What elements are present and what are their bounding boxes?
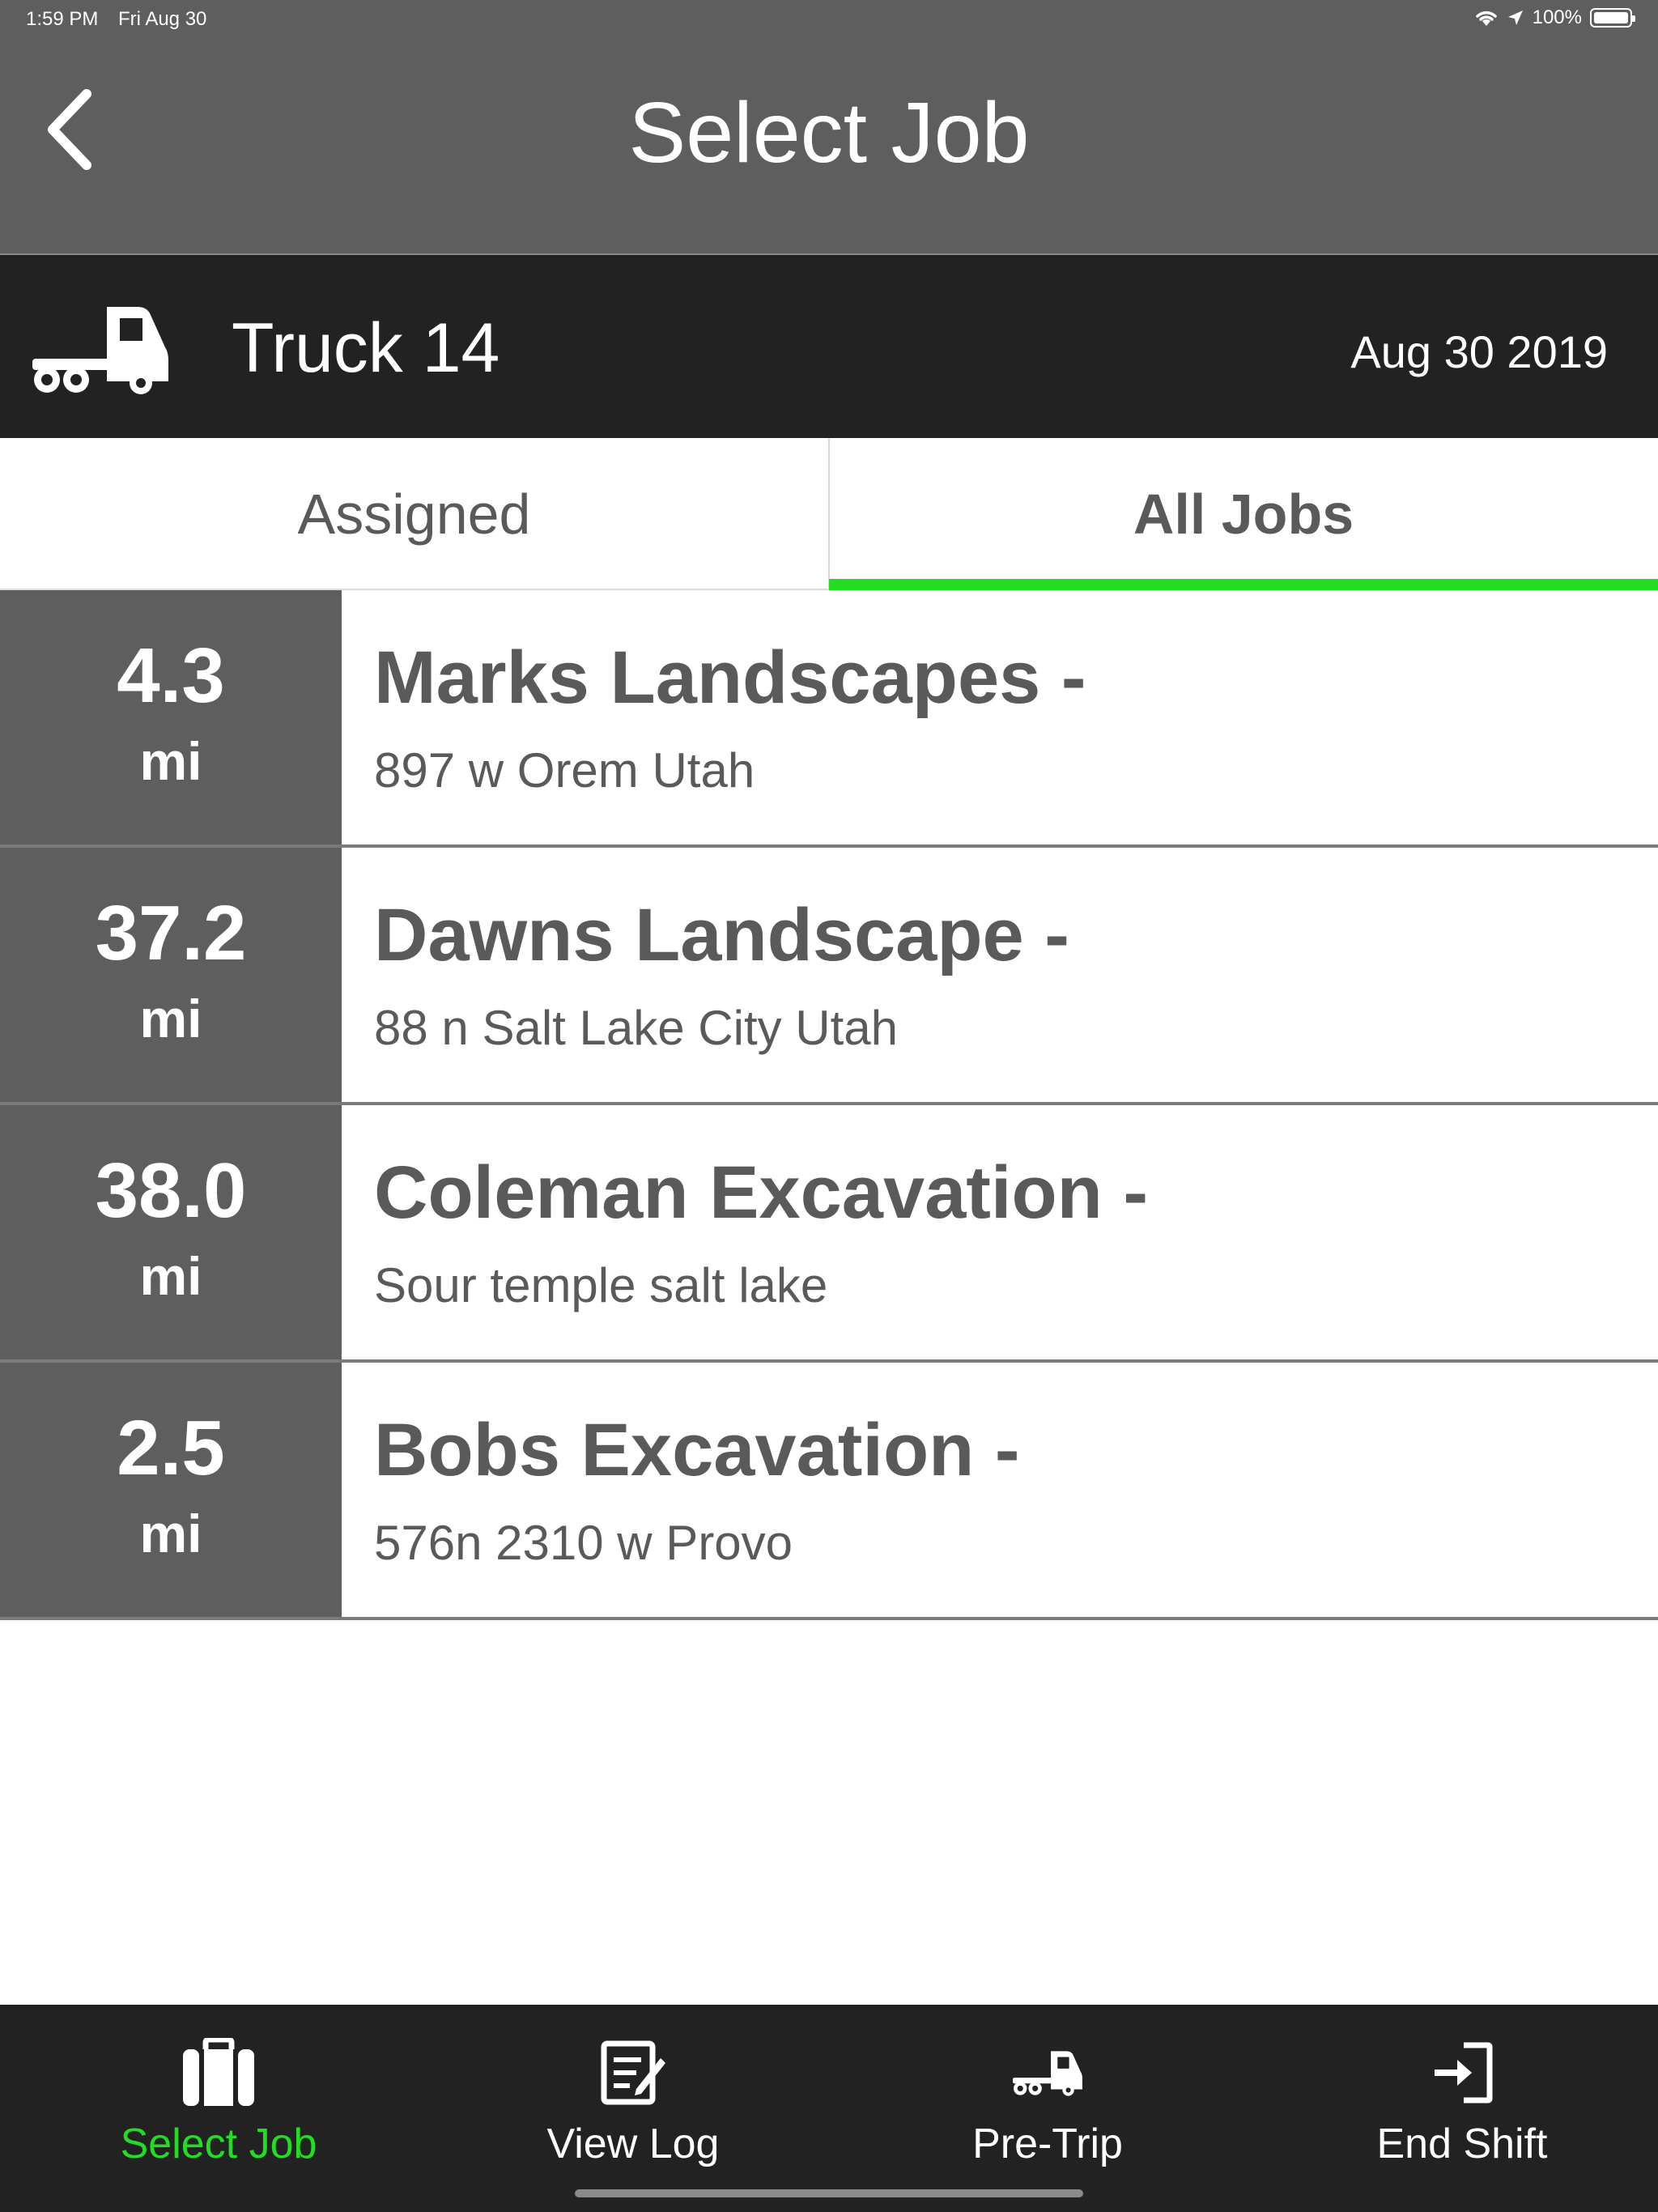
truck-date: Aug 30 2019 [1350,326,1608,377]
job-address: 88 n Salt Lake City Utah [374,1001,899,1055]
job-row[interactable]: 2.5 mi Bobs Excavation - 576n 2310 w Pro… [0,1363,1658,1620]
job-list: 4.3 mi Marks Landscapes - 897 w Orem Uta… [0,590,1658,1620]
top-header: 1:59 PM Fri Aug 30 100% Select Job [0,0,1658,255]
job-distance-value: 4.3 [117,632,225,719]
sign-in-icon [1422,2032,1503,2113]
job-row[interactable]: 4.3 mi Marks Landscapes - 897 w Orem Uta… [0,590,1658,848]
job-distance-unit: mi [139,1504,202,1563]
job-filter-tabs: Assigned All Jobs [0,438,1658,590]
job-distance: 4.3 mi [0,590,342,844]
job-row[interactable]: 37.2 mi Dawns Landscape - 88 n Salt Lake… [0,848,1658,1105]
bottom-tab-pre-trip[interactable]: Pre-Trip [840,2005,1255,2212]
status-time: 1:59 PM [26,8,99,30]
job-distance: 37.2 mi [0,848,342,1102]
bottom-tab-bar: Select Job View Log Pre-Trip End Shift [0,2005,1658,2212]
job-distance: 2.5 mi [0,1363,342,1617]
log-icon [593,2032,674,2113]
job-distance-value: 38.0 [95,1147,247,1234]
bottom-tab-label: View Log [546,2121,720,2167]
truck-name: Truck 14 [232,309,500,387]
truck-icon [32,307,168,394]
bottom-tab-select-job[interactable]: Select Job [11,2005,426,2212]
job-distance-value: 37.2 [95,890,247,976]
job-address: Sour temple salt lake [374,1258,828,1312]
job-name: Marks Landscapes - [374,636,1086,719]
bottom-tab-end-shift[interactable]: End Shift [1255,2005,1658,2212]
battery-percent: 100% [1532,6,1582,28]
job-row[interactable]: 38.0 mi Coleman Excavation - Sour temple… [0,1105,1658,1363]
bottom-tab-label: End Shift [1376,2121,1548,2167]
job-name: Bobs Excavation - [374,1409,1020,1491]
battery-icon [1590,8,1635,28]
truck-bar: Truck 14 Aug 30 2019 [0,255,1658,438]
truck-icon [1007,2032,1088,2113]
bottom-tab-label: Pre-Trip [972,2121,1123,2167]
tab-assigned[interactable]: Assigned [0,438,828,590]
bottom-tab-label: Select Job [120,2121,317,2167]
wifi-icon [1475,11,1497,26]
home-indicator[interactable] [575,2189,1083,2197]
job-distance-unit: mi [139,1246,202,1306]
briefcase-icon [178,2032,259,2113]
bottom-tab-view-log[interactable]: View Log [426,2005,840,2212]
tab-all-jobs[interactable]: All Jobs [829,438,1658,590]
job-distance-unit: mi [139,731,202,791]
job-address: 897 w Orem Utah [374,743,755,798]
job-distance: 38.0 mi [0,1105,342,1359]
job-distance-unit: mi [139,989,202,1049]
job-name: Dawns Landscape - [374,894,1069,976]
status-right: 100% [1474,6,1635,29]
status-bar: 1:59 PM Fri Aug 30 100% [0,0,1658,39]
job-name: Coleman Excavation - [374,1151,1149,1234]
status-date: Fri Aug 30 [118,8,207,30]
job-address: 576n 2310 w Provo [374,1516,793,1570]
active-tab-indicator [829,579,1658,590]
page-title: Select Job [628,85,1030,181]
location-arrow-icon [1507,11,1523,25]
job-distance-value: 2.5 [117,1405,225,1491]
